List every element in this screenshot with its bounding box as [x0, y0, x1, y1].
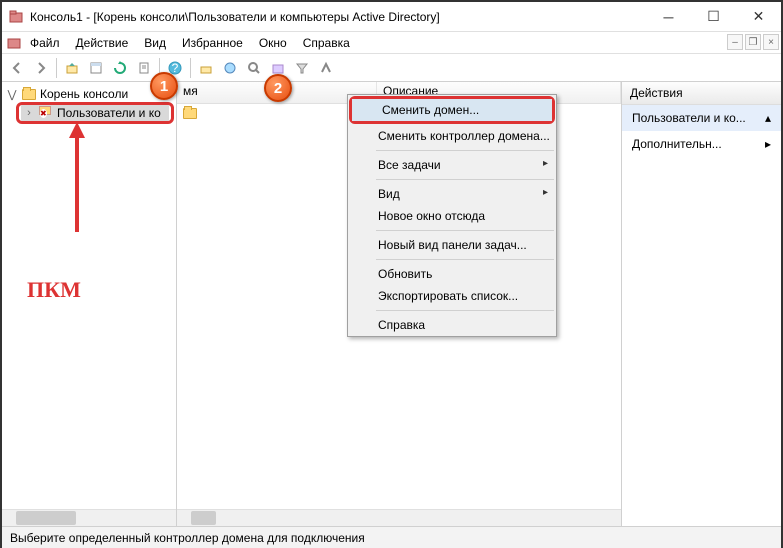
tree-aduc-node[interactable]: › Пользователи и ко — [21, 105, 169, 121]
toolbar: ? — [2, 54, 781, 82]
window-title: Консоль1 - [Корень консоли\Пользователи … — [30, 10, 646, 24]
ctx-new-window[interactable]: Новое окно отсюда — [348, 205, 556, 227]
submenu-icon: ▸ — [543, 158, 548, 169]
tree-aduc-label: Пользователи и ко — [57, 106, 161, 120]
status-text: Выберите определенный контроллер домена … — [10, 531, 365, 545]
actions-pane: Действия Пользователи и ко... ▴ Дополнит… — [621, 82, 781, 526]
ctx-refresh[interactable]: Обновить — [348, 263, 556, 285]
folder-icon — [22, 89, 36, 100]
list-pane: мя Описание Папка для сохранения ... Сме… — [177, 82, 621, 526]
menubar: Файл Действие Вид Избранное Окно Справка… — [2, 32, 781, 54]
maximize-button[interactable]: ☐ — [691, 2, 736, 31]
ctx-change-dc[interactable]: Сменить контроллер домена... — [348, 125, 556, 147]
mdi-minimize-button[interactable]: – — [727, 34, 743, 50]
forward-button[interactable] — [30, 57, 52, 79]
annotation-arrow — [57, 122, 97, 252]
show-hide-button[interactable] — [85, 57, 107, 79]
tree-root-label: Корень консоли — [40, 87, 128, 101]
annotation-pkm-label: ПКМ — [27, 277, 81, 303]
up-button[interactable] — [61, 57, 83, 79]
app-icon — [8, 9, 24, 25]
tool-button-3[interactable] — [243, 57, 265, 79]
content-area: ⋁ Корень консоли › Пользователи и ко мя … — [2, 82, 781, 526]
expand-icon[interactable]: ⋁ — [6, 88, 18, 101]
titlebar: Консоль1 - [Корень консоли\Пользователи … — [2, 2, 781, 32]
menu-window[interactable]: Окно — [251, 34, 295, 52]
context-menu: Сменить домен... Сменить контроллер доме… — [347, 94, 557, 337]
annotation-badge-2: 2 — [264, 74, 292, 102]
tree-scrollbar[interactable] — [2, 509, 176, 526]
aduc-icon — [39, 106, 53, 120]
ctx-new-taskpad[interactable]: Новый вид панели задач... — [348, 234, 556, 256]
statusbar: Выберите определенный контроллер домена … — [2, 526, 781, 548]
menu-action[interactable]: Действие — [68, 34, 137, 52]
actions-more[interactable]: Дополнительн... ▸ — [622, 131, 781, 157]
tool-button-1[interactable] — [195, 57, 217, 79]
tree-root-node[interactable]: ⋁ Корень консоли — [4, 86, 174, 102]
annotation-badge-1: 1 — [150, 72, 178, 100]
actions-header: Действия — [622, 82, 781, 105]
ctx-help[interactable]: Справка — [348, 314, 556, 336]
actions-section-aduc[interactable]: Пользователи и ко... ▴ — [622, 105, 781, 131]
tool-button-2[interactable] — [219, 57, 241, 79]
export-button[interactable] — [133, 57, 155, 79]
folder-icon — [183, 108, 197, 119]
collapse-icon[interactable]: ▴ — [765, 111, 771, 125]
submenu-icon: ▸ — [765, 137, 771, 151]
menu-view[interactable]: Вид — [136, 34, 174, 52]
ctx-all-tasks[interactable]: Все задачи▸ — [348, 154, 556, 176]
mdi-close-button[interactable]: × — [763, 34, 779, 50]
svg-text:?: ? — [172, 61, 179, 75]
expand-icon[interactable]: › — [23, 107, 35, 119]
close-button[interactable]: ✕ — [736, 2, 781, 31]
back-button[interactable] — [6, 57, 28, 79]
filter-button[interactable] — [291, 57, 313, 79]
menu-icon — [6, 35, 22, 51]
ctx-export[interactable]: Экспортировать список... — [348, 285, 556, 307]
list-scrollbar[interactable] — [177, 509, 621, 526]
refresh-button[interactable] — [109, 57, 131, 79]
submenu-icon: ▸ — [543, 187, 548, 198]
menu-file[interactable]: Файл — [22, 34, 68, 52]
mdi-restore-button[interactable]: ❐ — [745, 34, 761, 50]
ctx-view[interactable]: Вид▸ — [348, 183, 556, 205]
minimize-button[interactable]: ─ — [646, 2, 691, 31]
tool-button-5[interactable] — [315, 57, 337, 79]
menu-help[interactable]: Справка — [295, 34, 358, 52]
menu-favorites[interactable]: Избранное — [174, 34, 251, 52]
ctx-change-domain[interactable]: Сменить домен... — [352, 99, 552, 121]
